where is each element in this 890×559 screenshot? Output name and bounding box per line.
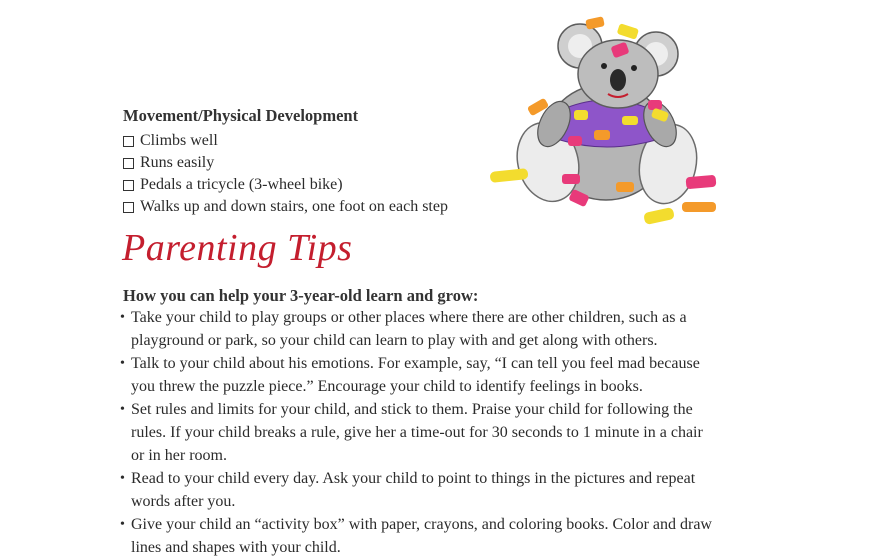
checklist-item: Runs easily [123, 152, 448, 174]
checklist-item-label: Climbs well [140, 132, 218, 149]
list-item: Talk to your child about his emotions. F… [120, 352, 720, 398]
list-item: Read to your child every day. Ask your c… [120, 467, 720, 513]
checklist-item-label: Pedals a tricycle (3-wheel bike) [140, 176, 343, 193]
checklist-item: Pedals a tricycle (3-wheel bike) [123, 174, 448, 196]
checkbox-icon[interactable] [123, 179, 134, 191]
movement-heading: Movement/Physical Development [123, 106, 359, 125]
checklist-item: Climbs well [123, 130, 448, 152]
checkbox-icon[interactable] [123, 201, 134, 213]
tips-subheading: How you can help your 3-year-old learn a… [123, 286, 479, 305]
list-item: Set rules and limits for your child, and… [120, 398, 720, 467]
checkbox-icon[interactable] [123, 157, 134, 169]
checklist-item: Walks up and down stairs, one foot on ea… [123, 196, 448, 218]
movement-checklist: Climbs well Runs easily Pedals a tricycl… [123, 130, 448, 218]
parenting-tips-title: Parenting Tips [122, 227, 353, 269]
koala-illustration [490, 16, 717, 225]
tips-list: Take your child to play groups or other … [120, 306, 720, 559]
list-item: Give your child an “activity box” with p… [120, 513, 720, 559]
list-item: Take your child to play groups or other … [120, 306, 720, 352]
checkbox-icon[interactable] [123, 135, 134, 147]
checklist-item-label: Runs easily [140, 154, 215, 171]
checklist-item-label: Walks up and down stairs, one foot on ea… [140, 198, 448, 215]
